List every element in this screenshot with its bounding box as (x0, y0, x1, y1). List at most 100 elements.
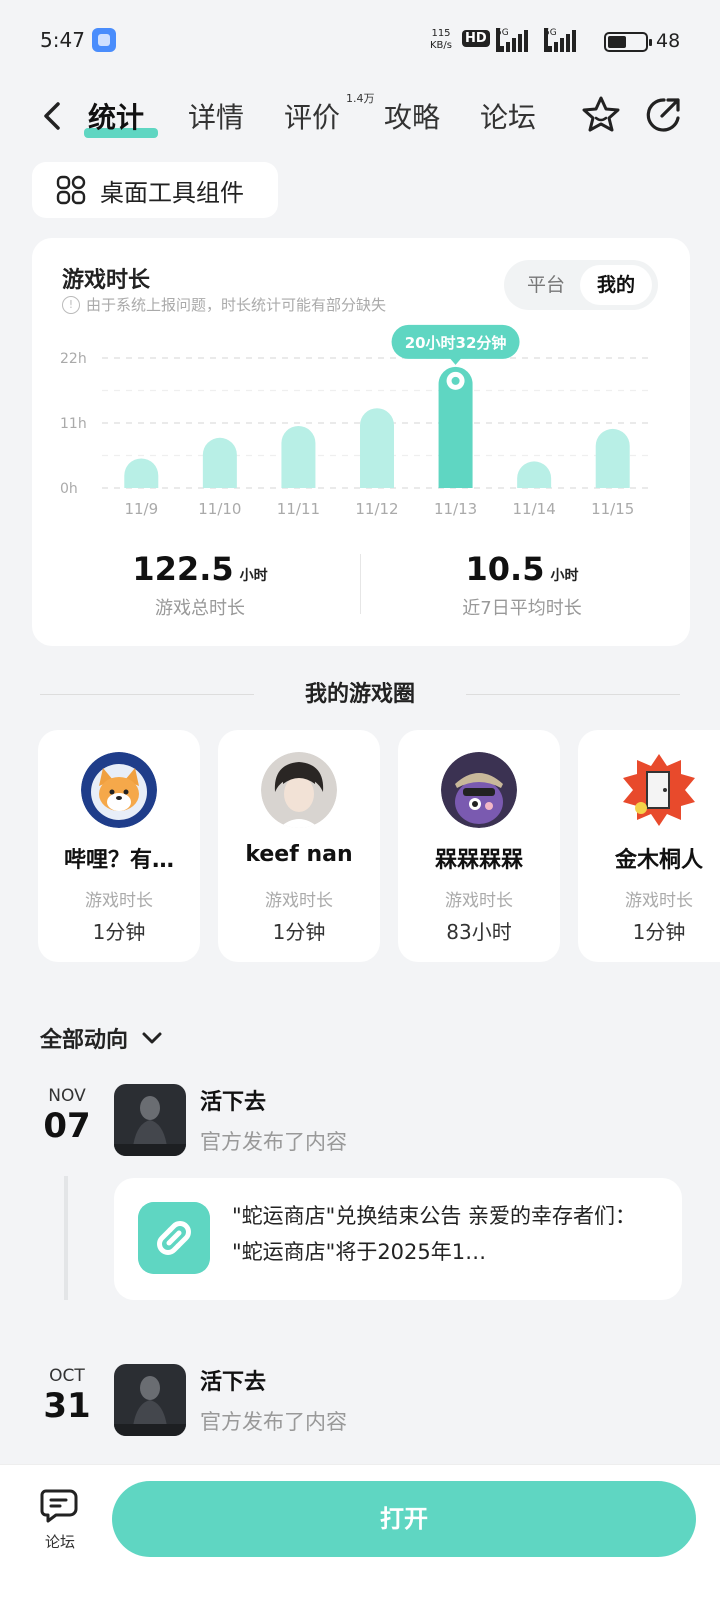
x-tick-label: 11/12 (355, 500, 398, 518)
game-thumbnail[interactable] (114, 1364, 186, 1436)
status-time: 5:47 (40, 28, 85, 52)
battery-percent: 48 (656, 30, 681, 52)
forum-tab-button[interactable]: 论坛 (36, 1487, 84, 1552)
network-speed-unit: KB/s (430, 40, 452, 51)
avatar (81, 752, 157, 828)
friend-card[interactable]: keef nan 游戏时长 1分钟 (218, 730, 380, 962)
network-speed: 115 KB/s (430, 28, 452, 52)
friend-stat-value: 1分钟 (92, 920, 146, 944)
post-month: OCT (49, 1366, 85, 1386)
tab-reviews[interactable]: 评价 (284, 96, 340, 136)
chevron-down-icon (142, 1032, 162, 1044)
stat-divider (360, 554, 361, 614)
playtime-card: 游戏时长 ! 由于系统上报问题，时长统计可能有部分缺失 平台 我的 0h 11h 2… (32, 238, 690, 646)
feed-filter-label: 全部动向 (40, 1028, 129, 1053)
info-icon: ! (62, 295, 80, 314)
friend-name: 哔哩？有… (63, 848, 174, 873)
chart-bar (517, 461, 552, 488)
link-icon (138, 1202, 210, 1274)
average-playtime-unit: 小时 (550, 568, 579, 584)
link-post-card[interactable]: "蛇运商店"兑换结束公告 亲爱的幸存者们： "蛇运商店"将于2025年1… (114, 1178, 682, 1300)
avatar (621, 752, 697, 828)
highlight-marker-dot (451, 376, 460, 385)
friend-stat-label: 游戏时长 (265, 891, 333, 911)
post-date: OCT 31 (40, 1366, 94, 1426)
chart-bar (202, 437, 237, 488)
post-month: NOV (48, 1086, 86, 1106)
network-speed-value: 115 (431, 28, 451, 39)
section-divider-right (466, 694, 680, 695)
friend-stat-value: 1分钟 (632, 920, 686, 944)
friend-name: 金木桐人 (614, 848, 703, 873)
total-playtime-unit: 小时 (239, 568, 268, 584)
hd-badge: HD (462, 30, 490, 47)
friend-stat-value: 1分钟 (272, 920, 326, 944)
link-post-text: "蛇运商店"兑换结束公告 亲爱的幸存者们： "蛇运商店"将于2025年1… (232, 1204, 636, 1264)
signal-icon-2: 5G (544, 28, 584, 52)
feed-filter-dropdown[interactable]: 全部动向 (40, 1022, 164, 1054)
forum-tab-label: 论坛 (44, 1533, 75, 1551)
playtime-note: ! 由于系统上报问题，时长统计可能有部分缺失 (62, 294, 386, 315)
post-day: 07 (43, 1106, 91, 1146)
average-playtime-value: 10.5 (465, 550, 545, 588)
open-game-button[interactable]: 打开 (112, 1481, 696, 1557)
status-bar: 5:47 115 KB/s HD 5G 5G 48 (0, 0, 720, 80)
tooltip-text: 20小时32分钟 (405, 334, 507, 352)
chart-bar (281, 425, 316, 488)
reviews-count-badge: 1.4万 (346, 92, 375, 105)
x-tick-label: 11/9 (124, 500, 158, 518)
share-icon[interactable] (642, 94, 684, 136)
friend-card[interactable]: 金木桐人 游戏时长 1分钟 (578, 730, 720, 962)
friend-card[interactable]: 槑槑槑槑 游戏时长 83小时 (398, 730, 560, 962)
friend-stat-label: 游戏时长 (445, 891, 513, 911)
favorite-star-icon[interactable] (580, 94, 622, 136)
post-action: 官方发布了内容 (200, 1410, 347, 1434)
bottom-action-bar: 论坛 打开 (0, 1464, 720, 1601)
friend-stat-label: 游戏时长 (625, 891, 693, 911)
x-tick-label: 11/10 (198, 500, 241, 518)
friend-card[interactable]: 哔哩？有… 游戏时长 1分钟 (38, 730, 200, 962)
segment-platform[interactable]: 平台 (510, 265, 582, 305)
desktop-widget-button[interactable]: 桌面工具组件 (32, 162, 278, 218)
game-circle-title: 我的游戏圈 (304, 682, 415, 707)
top-nav: 统计 详情 评价 1.4万 攻略 论坛 (0, 84, 720, 148)
tab-details[interactable]: 详情 (188, 96, 244, 136)
playtime-bar-chart: 0h 11h 22h 11/9 11/10 11/11 11/12 11/13 20小时32分钟… (60, 324, 652, 518)
chart-bar (360, 408, 394, 488)
tab-forum[interactable]: 论坛 (480, 96, 536, 136)
widget-chip-label: 桌面工具组件 (100, 178, 244, 207)
back-arrow-icon[interactable] (40, 100, 64, 132)
avatar (261, 752, 337, 828)
total-playtime-value: 122.5 (132, 550, 234, 588)
post-day: 31 (43, 1386, 91, 1426)
friend-name: keef nan (245, 842, 353, 867)
x-tick-label: 11/14 (513, 500, 556, 518)
total-playtime-stat: 122.5 小时 游戏总时长 (50, 550, 350, 620)
x-tick-label: 11/15 (591, 500, 634, 518)
widget-grid-icon (56, 175, 86, 205)
post-action: 官方发布了内容 (200, 1130, 347, 1154)
segment-mine[interactable]: 我的 (580, 265, 652, 305)
game-thumbnail[interactable] (114, 1084, 186, 1156)
friend-name: 槑槑槑槑 (434, 848, 523, 873)
y-tick-label: 22h (60, 351, 87, 367)
total-playtime-caption: 游戏总时长 (155, 598, 245, 619)
y-tick-label: 0h (60, 481, 78, 497)
source-segmented-control: 平台 我的 (504, 260, 658, 310)
friend-stat-value: 83小时 (446, 920, 512, 944)
chart-bar (595, 428, 630, 488)
tab-stats[interactable]: 统计 (88, 96, 144, 136)
app-notification-icon (92, 28, 116, 52)
signal-icon: 5G (496, 28, 536, 52)
average-playtime-stat: 10.5 小时 近7日平均时长 (372, 550, 672, 620)
battery-icon (604, 32, 652, 52)
x-tick-label: 11/13 (434, 500, 477, 518)
x-tick-label: 11/11 (277, 500, 320, 518)
post-date: NOV 07 (40, 1086, 94, 1146)
timeline-line (64, 1176, 68, 1300)
post-game-name[interactable]: 活下去 (200, 1364, 266, 1396)
y-tick-label: 11h (60, 416, 87, 432)
tab-guides[interactable]: 攻略 (384, 96, 440, 136)
post-game-name[interactable]: 活下去 (200, 1084, 266, 1116)
forum-chat-icon (40, 1489, 78, 1523)
